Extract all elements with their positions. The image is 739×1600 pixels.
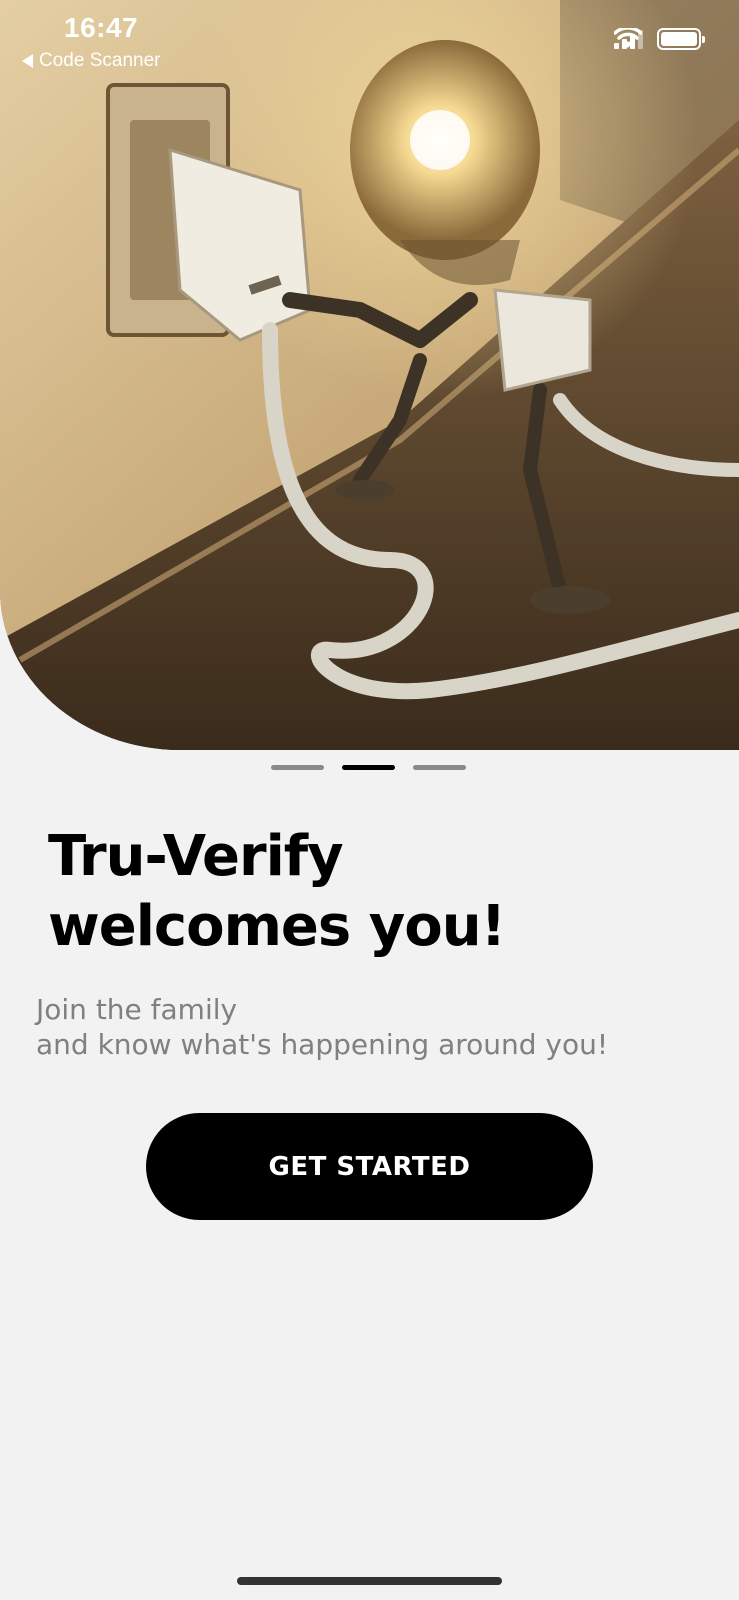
welcome-subtitle-line2: and know what's happening around you! (36, 1028, 609, 1061)
back-to-app-link[interactable]: Code Scanner (22, 50, 160, 72)
get-started-button[interactable]: GET STARTED (146, 1113, 593, 1220)
status-time: 16:47 (64, 12, 139, 43)
welcome-title-line2: welcomes you! (48, 894, 506, 959)
welcome-subtitle-line1: Join the family (36, 993, 238, 1026)
wifi-icon (614, 28, 642, 48)
onboarding-screen: 16:47 Code Scanner Tru-Verify welcomes y… (0, 0, 739, 1600)
hero-image: 16:47 Code Scanner (0, 0, 739, 750)
battery-icon (657, 28, 705, 50)
back-arrow-icon (22, 54, 33, 68)
back-app-label: Code Scanner (39, 50, 161, 71)
home-indicator[interactable] (237, 1577, 502, 1585)
page-indicator (271, 765, 466, 770)
welcome-subtitle: Join the family and know what's happenin… (36, 992, 716, 1062)
status-icons (614, 28, 705, 50)
welcome-title: Tru-Verify welcomes you! (48, 822, 688, 962)
page-dot[interactable] (413, 765, 466, 770)
welcome-title-line1: Tru-Verify (48, 824, 344, 889)
lightbulb-robot-illustration (0, 0, 739, 750)
page-dot-active[interactable] (342, 765, 395, 770)
page-dot[interactable] (271, 765, 324, 770)
